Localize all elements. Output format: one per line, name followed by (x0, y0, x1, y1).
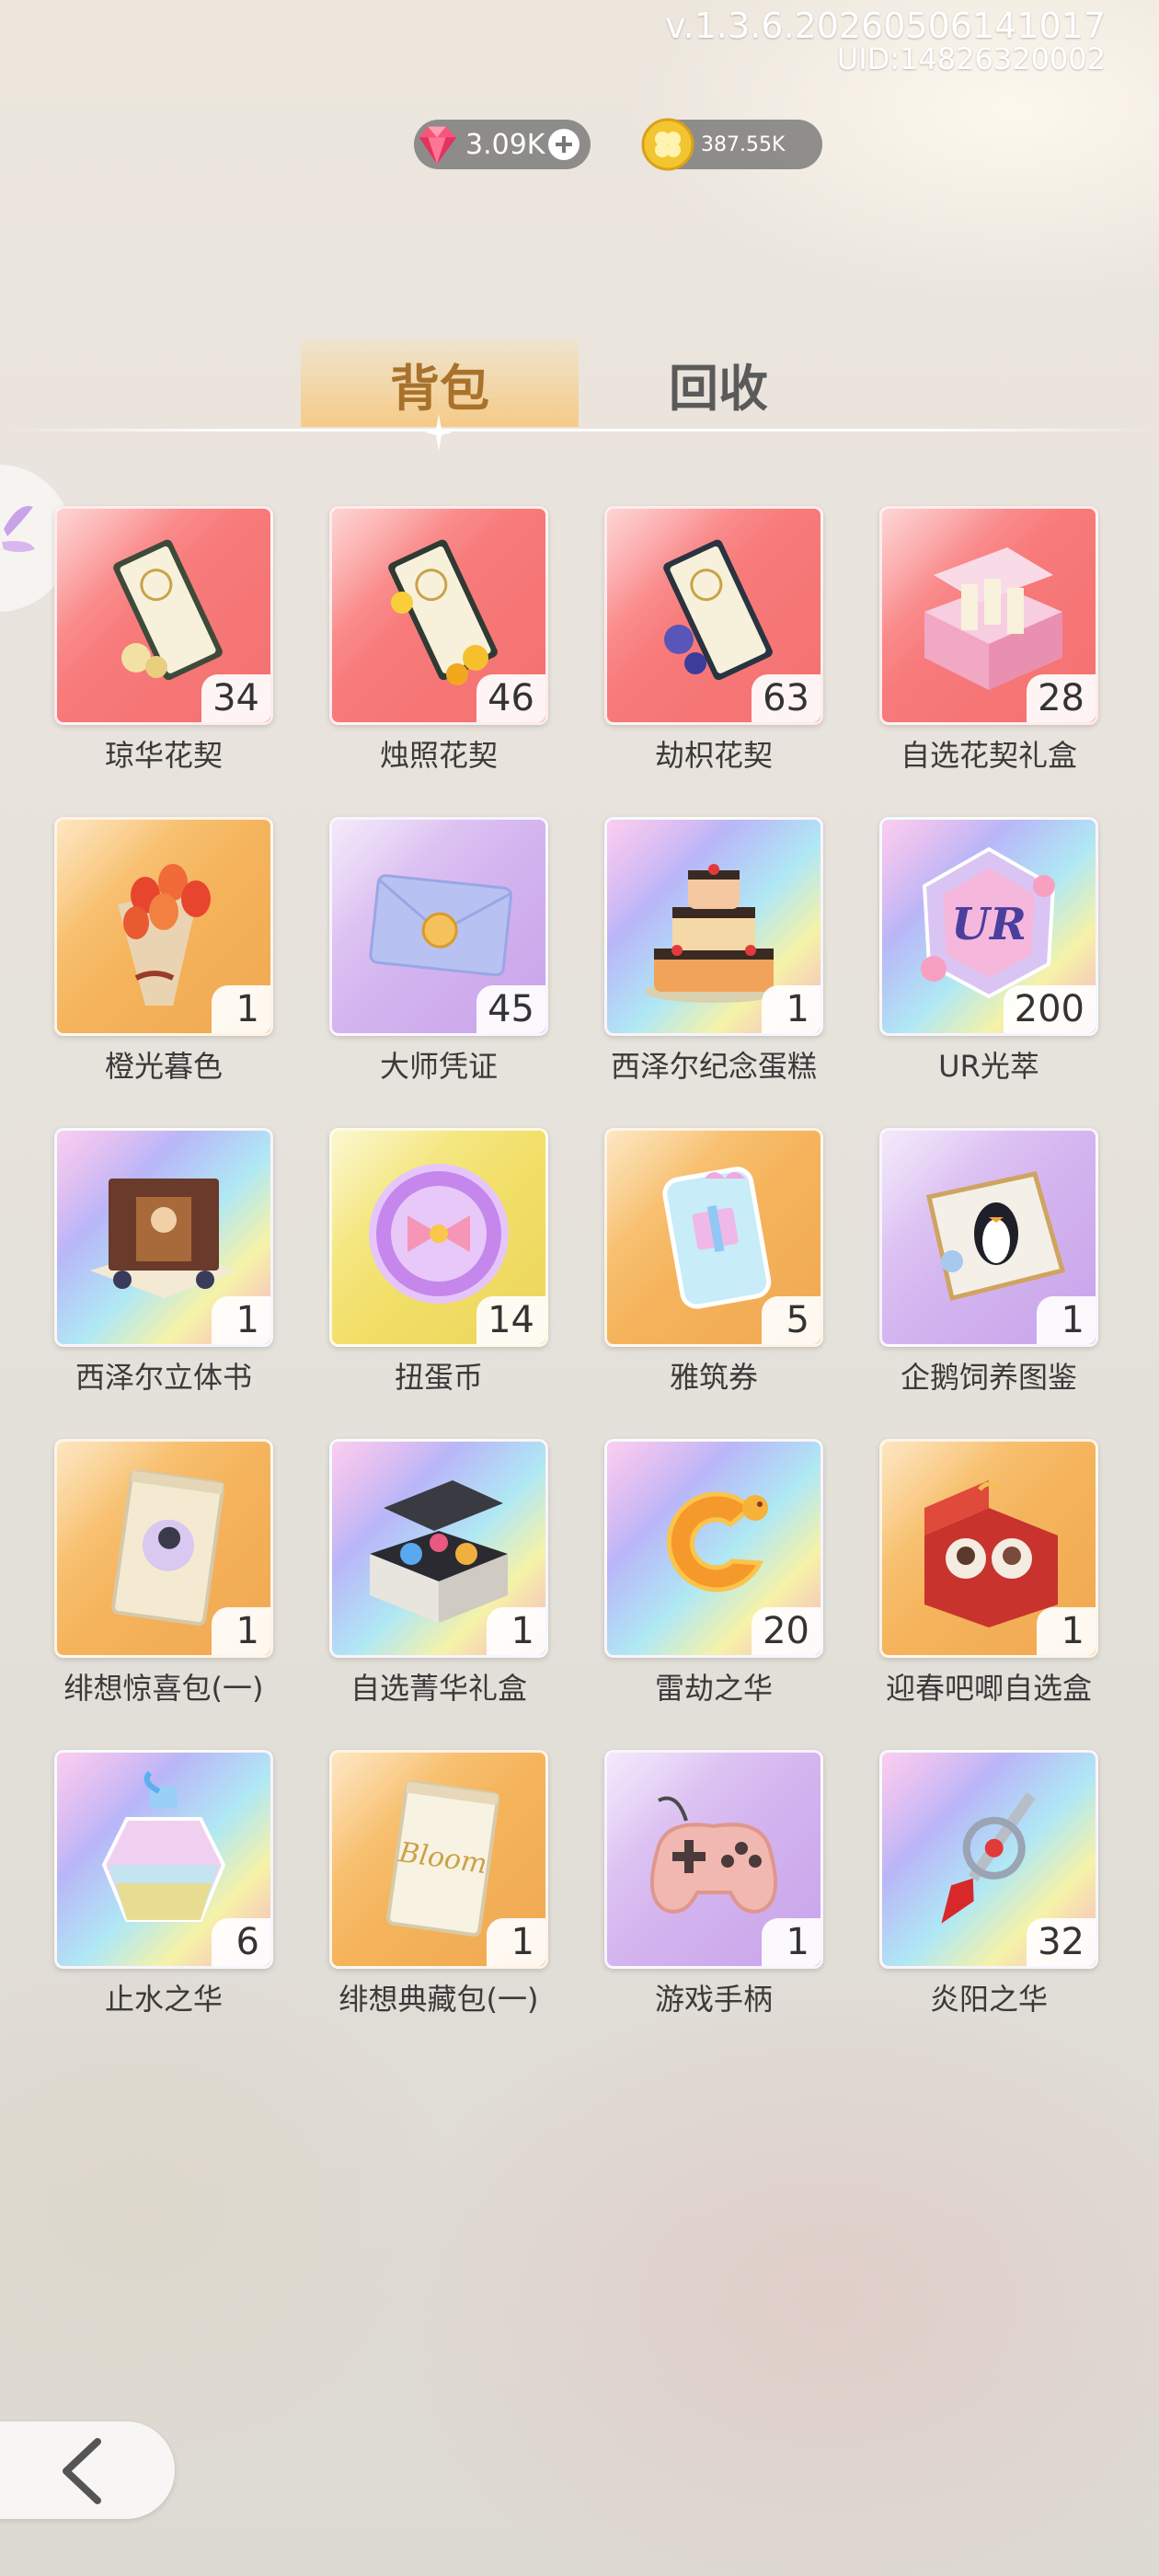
item-count: 1 (487, 1607, 545, 1655)
gem-currency[interactable]: 3.09K (414, 120, 591, 169)
item-frame: 1 (54, 1128, 273, 1347)
item-frame: Bloom 1 (329, 1750, 548, 1969)
item-name: 绯想惊喜包(一) (63, 1671, 264, 1706)
item-name: 西泽尔纪念蛋糕 (610, 1049, 817, 1084)
item-name: 游戏手柄 (654, 1982, 773, 2017)
item-count: 1 (762, 1918, 820, 1966)
item-count: 5 (762, 1296, 820, 1344)
item-count: 6 (212, 1918, 270, 1966)
item-name: 止水之华 (104, 1982, 223, 2017)
item-count: 1 (1037, 1296, 1096, 1344)
item-frame: 20 (604, 1439, 823, 1658)
item-count: 46 (476, 674, 545, 722)
item-frame: 1 (54, 1439, 273, 1658)
item-name: UR光萃 (938, 1049, 1039, 1084)
item-frame: 1 (879, 1439, 1098, 1658)
version-info: v.1.3.6.20260506141017 UID:14826320002 (665, 7, 1106, 74)
item-count: 34 (201, 674, 270, 722)
item-count: 32 (1027, 1918, 1096, 1966)
version-text: v.1.3.6.20260506141017 (665, 6, 1106, 46)
item-frame: 45 (329, 817, 548, 1036)
item-name: 炎阳之华 (929, 1982, 1048, 2017)
item-name: 烛照花契 (379, 738, 498, 773)
item-name: 雷劫之华 (654, 1671, 773, 1706)
item-frame: 46 (329, 506, 548, 725)
item-count: 28 (1027, 674, 1096, 722)
coin-amount: 387.55K (701, 132, 786, 156)
back-arrow-icon (63, 2438, 101, 2504)
item-name: 琼华花契 (104, 738, 223, 773)
tab-recycle[interactable]: 回收 (580, 340, 857, 427)
tab-divider (0, 429, 1159, 431)
item-frame: 63 (604, 506, 823, 725)
item-name: 雅筑券 (669, 1360, 758, 1395)
sparkle-icon (425, 414, 453, 451)
item-count: 1 (487, 1918, 545, 1966)
item-name: 自选菁华礼盒 (350, 1671, 527, 1706)
item-frame: 1 (54, 817, 273, 1036)
item-name: 橙光暮色 (104, 1049, 223, 1084)
gold-clover-coin-icon (641, 118, 694, 171)
back-button[interactable] (0, 2421, 175, 2519)
item-name: 西泽尔立体书 (75, 1360, 252, 1395)
item-name: 企鹅饲养图鉴 (900, 1360, 1077, 1395)
item-count: 20 (752, 1607, 820, 1655)
item-name: 大师凭证 (379, 1049, 498, 1084)
item-count: 63 (752, 674, 820, 722)
uid-text: UID:14826320002 (836, 41, 1106, 76)
coin-currency[interactable]: 387.55K (641, 118, 822, 171)
item-count: 45 (476, 985, 545, 1033)
pink-diamond-icon (419, 126, 457, 165)
item-frame: 32 (879, 1750, 1098, 1969)
item-name: 迎春吧唧自选盒 (885, 1671, 1092, 1706)
item-frame: 5 (604, 1128, 823, 1347)
item-frame: 14 (329, 1128, 548, 1347)
item-frame: 1 (879, 1128, 1098, 1347)
item-count: 14 (476, 1296, 545, 1344)
item-frame: 1 (604, 1750, 823, 1969)
item-frame: UR 200 (879, 817, 1098, 1036)
item-name: 自选花契礼盒 (900, 738, 1077, 773)
item-frame: 6 (54, 1750, 273, 1969)
item-count: 200 (1003, 985, 1096, 1033)
plus-icon (556, 136, 573, 153)
gem-amount: 3.09K (465, 128, 545, 161)
item-count: 1 (212, 985, 270, 1033)
item-count: 1 (212, 1607, 270, 1655)
svg-text:UR: UR (951, 899, 1027, 950)
item-count: 1 (1037, 1607, 1096, 1655)
item-name: 绯想典藏包(一) (339, 1982, 539, 2017)
item-name: 扭蛋币 (394, 1360, 483, 1395)
item-count: 1 (212, 1296, 270, 1344)
item-frame: 1 (604, 817, 823, 1036)
item-name: 劫枳花契 (654, 738, 773, 773)
item-count: 1 (762, 985, 820, 1033)
item-frame: 1 (329, 1439, 548, 1658)
item-frame: 28 (879, 506, 1098, 725)
tab-bar: 背包 回收 (0, 340, 1159, 451)
add-gems-button[interactable] (548, 129, 580, 160)
item-frame: 34 (54, 506, 273, 725)
